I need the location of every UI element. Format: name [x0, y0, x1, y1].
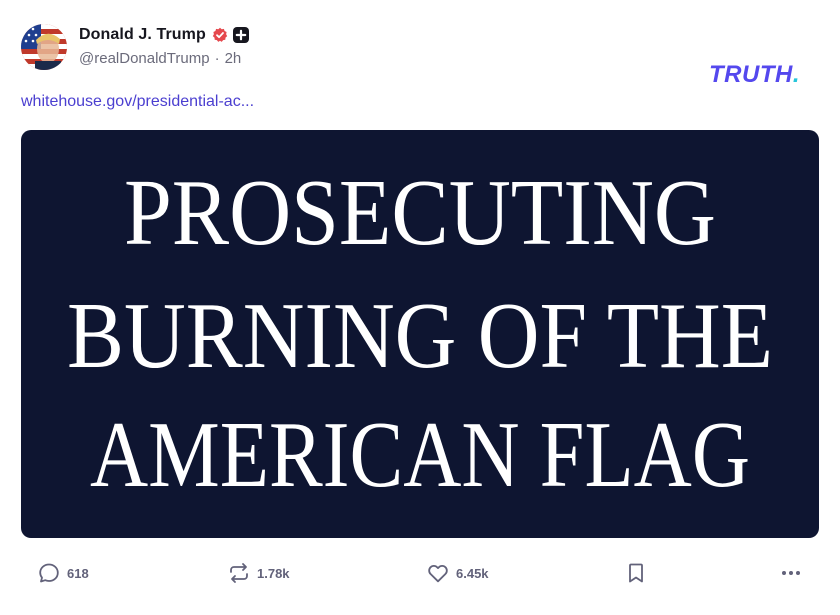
retruth-icon: [227, 561, 251, 585]
plus-badge-icon: [232, 27, 249, 43]
retruth-button[interactable]: 1.78k: [227, 558, 290, 588]
truth-post: Donald J. Trump @realDonaldTrump · 2h TR…: [0, 0, 840, 615]
author-display-name[interactable]: Donald J. Trump: [79, 26, 206, 44]
author-handle[interactable]: @realDonaldTrump: [79, 50, 210, 67]
author-handle-row: @realDonaldTrump · 2h: [79, 50, 249, 67]
author-info: Donald J. Trump @realDonaldTrump · 2h: [79, 24, 249, 67]
bookmark-button[interactable]: [624, 558, 648, 588]
like-button[interactable]: 6.45k: [426, 558, 489, 588]
bookmark-icon: [624, 561, 648, 585]
truth-logo[interactable]: TRUTH.: [670, 61, 800, 88]
heart-icon: [426, 561, 450, 585]
like-count: 6.45k: [456, 565, 489, 581]
image-text-line-1: PROSECUTING: [124, 161, 716, 265]
post-time[interactable]: 2h: [225, 50, 242, 67]
post-link[interactable]: whitehouse.gov/presidential-ac...: [21, 93, 254, 111]
separator-dot: ·: [214, 50, 220, 67]
reply-button[interactable]: 618: [37, 558, 89, 588]
reply-count: 618: [67, 565, 89, 581]
more-dots-icon: [779, 561, 803, 585]
avatar[interactable]: [21, 24, 67, 70]
post-header: Donald J. Trump @realDonaldTrump · 2h TR…: [21, 24, 821, 88]
image-text-line-3: AMERICAN FLAG: [90, 403, 750, 507]
svg-text:TRUTH.: TRUTH.: [709, 61, 800, 85]
post-image[interactable]: PROSECUTING BURNING OF THE AMERICAN FLAG: [21, 130, 819, 538]
image-text-line-2: BURNING OF THE: [67, 284, 773, 388]
post-actions: 618 1.78k 6.45k: [21, 558, 821, 588]
more-options-button[interactable]: [779, 558, 803, 588]
verified-check-icon: [212, 27, 228, 43]
author-name-row: Donald J. Trump: [79, 24, 249, 46]
retruth-count: 1.78k: [257, 565, 290, 581]
reply-bubble-icon: [37, 561, 61, 585]
